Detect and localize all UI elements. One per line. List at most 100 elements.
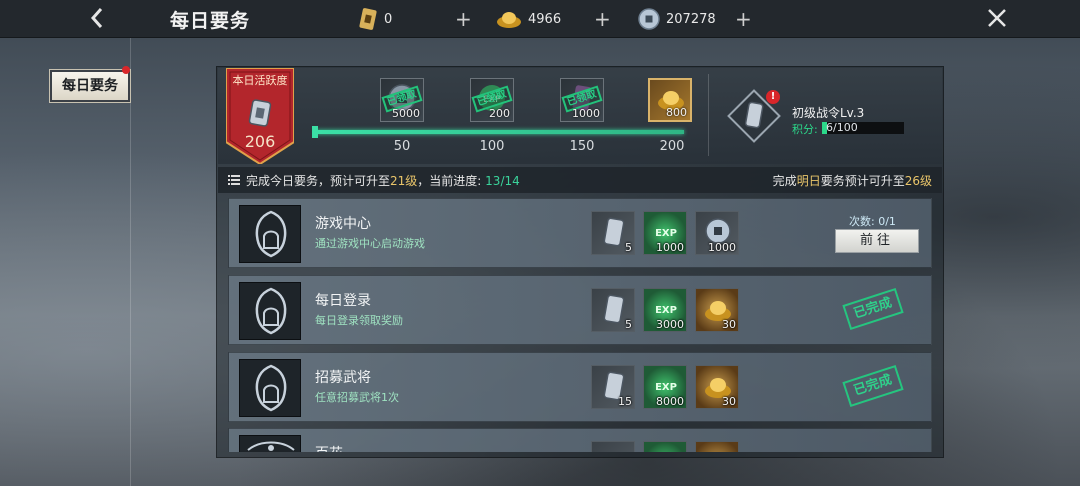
score-label: 积分:	[792, 123, 818, 136]
add-gold-button[interactable]: +	[594, 9, 611, 29]
reward-gold[interactable]: 30	[695, 288, 739, 332]
info-progress: 13/14	[485, 174, 520, 188]
quest-list-clip: 百花	[228, 428, 932, 452]
reward-qty: 30	[722, 318, 736, 331]
quest-name: 招募武将	[315, 370, 371, 386]
activity-value: 206	[244, 132, 276, 151]
info-highlight: 明日	[796, 174, 821, 188]
tab-daily-tasks[interactable]: 每日要务	[49, 69, 131, 103]
token-icon	[359, 8, 377, 30]
quest-icon	[239, 205, 301, 263]
reward-gold[interactable]	[695, 441, 739, 452]
currency-token-value: 0	[384, 11, 393, 27]
quest-name: 百花	[315, 443, 343, 452]
section-divider	[708, 74, 709, 156]
info-text: 要务预计可升至	[820, 174, 905, 188]
side-divider	[130, 38, 131, 486]
reward-qty: 30	[722, 395, 736, 408]
quest-name: 每日登录	[315, 293, 371, 309]
close-icon[interactable]	[984, 5, 1010, 31]
coin-icon	[638, 8, 660, 30]
page-title: 每日要务	[170, 10, 251, 32]
svg-text:EXP: EXP	[655, 382, 677, 393]
notification-dot	[122, 66, 130, 74]
milestone-qty: 1000	[572, 107, 600, 120]
quest-icon	[239, 435, 301, 452]
activity-progress-cap	[312, 126, 318, 138]
quest-row: 招募武将 任意招募武将1次 15 EXP 8000 30 已完成	[228, 352, 932, 422]
currency-gold-value: 4966	[528, 11, 562, 27]
go-button[interactable]: 前往	[835, 229, 919, 253]
quest-name: 游戏中心	[315, 216, 371, 232]
alert-icon: !	[766, 90, 780, 104]
quest-row: 游戏中心 通过游戏中心启动游戏 5 EXP 1000 1000 次数: 0/1 …	[228, 198, 932, 268]
milestone-qty: 200	[489, 107, 510, 120]
quest-icon	[239, 359, 301, 417]
activity-progress-fill	[316, 130, 684, 134]
activity-banner-label: 本日活跃度	[232, 74, 288, 87]
flower-icon	[247, 441, 295, 451]
info-level: 26级	[904, 174, 932, 188]
info-bar: 完成今日要务，预计可升至21级，当前进度: 13/14 完成明日要务预计可升至2…	[218, 167, 942, 193]
count-value: 0/1	[878, 215, 896, 228]
list-icon	[228, 175, 240, 185]
reward-gold[interactable]: 30	[695, 365, 739, 409]
reward-exp[interactable]	[643, 441, 687, 452]
reward-qty: 1000	[656, 241, 684, 254]
info-level: 21级	[390, 174, 418, 188]
milestone-reward-200[interactable]: 800	[648, 78, 692, 122]
reward-exp[interactable]: EXP 1000	[643, 211, 687, 255]
milestone-reward-150[interactable]: 已领取 1000	[560, 78, 604, 122]
quest-icon	[239, 282, 301, 340]
reward-qty: 15	[618, 395, 632, 408]
quest-desc: 通过游戏中心启动游戏	[315, 237, 425, 250]
reward-exp[interactable]: EXP 3000	[643, 288, 687, 332]
war-order-title: 初级战令Lv.3	[792, 106, 865, 120]
info-text: 完成	[772, 174, 797, 188]
milestone-label-100: 100	[479, 139, 505, 154]
reward-token[interactable]: 15	[591, 365, 635, 409]
currency-coin: 207278 +	[638, 6, 752, 32]
svg-text:EXP: EXP	[655, 305, 677, 316]
top-bar: 每日要务 0 + 4966 + 207278 +	[0, 0, 1080, 38]
milestone-qty: 800	[666, 106, 687, 119]
reward-qty: 5	[625, 318, 632, 331]
helmet-icon	[255, 364, 287, 412]
milestone-reward-100[interactable]: EXP 已领取 200	[470, 78, 514, 122]
quest-desc: 任意招募武将1次	[315, 391, 399, 404]
back-arrow-icon[interactable]	[84, 4, 112, 32]
milestone-qty: 5000	[392, 107, 420, 120]
reward-coin[interactable]: 1000	[695, 211, 739, 255]
reward-token[interactable]: 5	[591, 211, 635, 255]
helmet-icon	[255, 287, 287, 335]
count-label: 次数:	[849, 215, 875, 228]
reward-exp[interactable]: EXP 8000	[643, 365, 687, 409]
quest-row: 百花	[228, 428, 932, 452]
today-progress-text: 完成今日要务，预计可升至21级，当前进度: 13/14	[246, 172, 520, 189]
reward-token[interactable]	[591, 441, 635, 452]
add-token-button[interactable]: +	[455, 9, 472, 29]
helmet-icon	[255, 210, 287, 258]
milestone-label-50: 50	[393, 139, 411, 154]
tomorrow-progress-text: 完成明日要务预计可升至26级	[773, 172, 932, 189]
info-text: 完成今日要务，预计可升至	[246, 174, 391, 188]
milestone-reward-50[interactable]: 已领取 5000	[380, 78, 424, 122]
reward-qty: 1000	[708, 241, 736, 254]
add-coin-button[interactable]: +	[735, 9, 752, 29]
quest-desc: 每日登录领取奖励	[315, 314, 403, 327]
milestone-label-150: 150	[569, 139, 595, 154]
currency-coin-value: 207278	[666, 11, 716, 27]
milestone-label-200: 200	[659, 139, 685, 154]
war-order-token-icon	[248, 99, 272, 127]
completed-stamp: 已完成	[842, 287, 904, 331]
currency-token: 0 +	[358, 6, 472, 32]
svg-text:EXP: EXP	[655, 228, 677, 239]
currency-gold: 4966 +	[496, 6, 611, 32]
gold-ingot-icon	[497, 12, 521, 28]
quest-row: 每日登录 每日登录领取奖励 5 EXP 3000 30 已完成	[228, 275, 932, 345]
completed-stamp: 已完成	[842, 364, 904, 408]
reward-qty: 5	[625, 241, 632, 254]
reward-token[interactable]: 5	[591, 288, 635, 332]
quest-count: 次数: 0/1	[849, 213, 896, 229]
info-text: ，当前进度:	[417, 174, 482, 188]
